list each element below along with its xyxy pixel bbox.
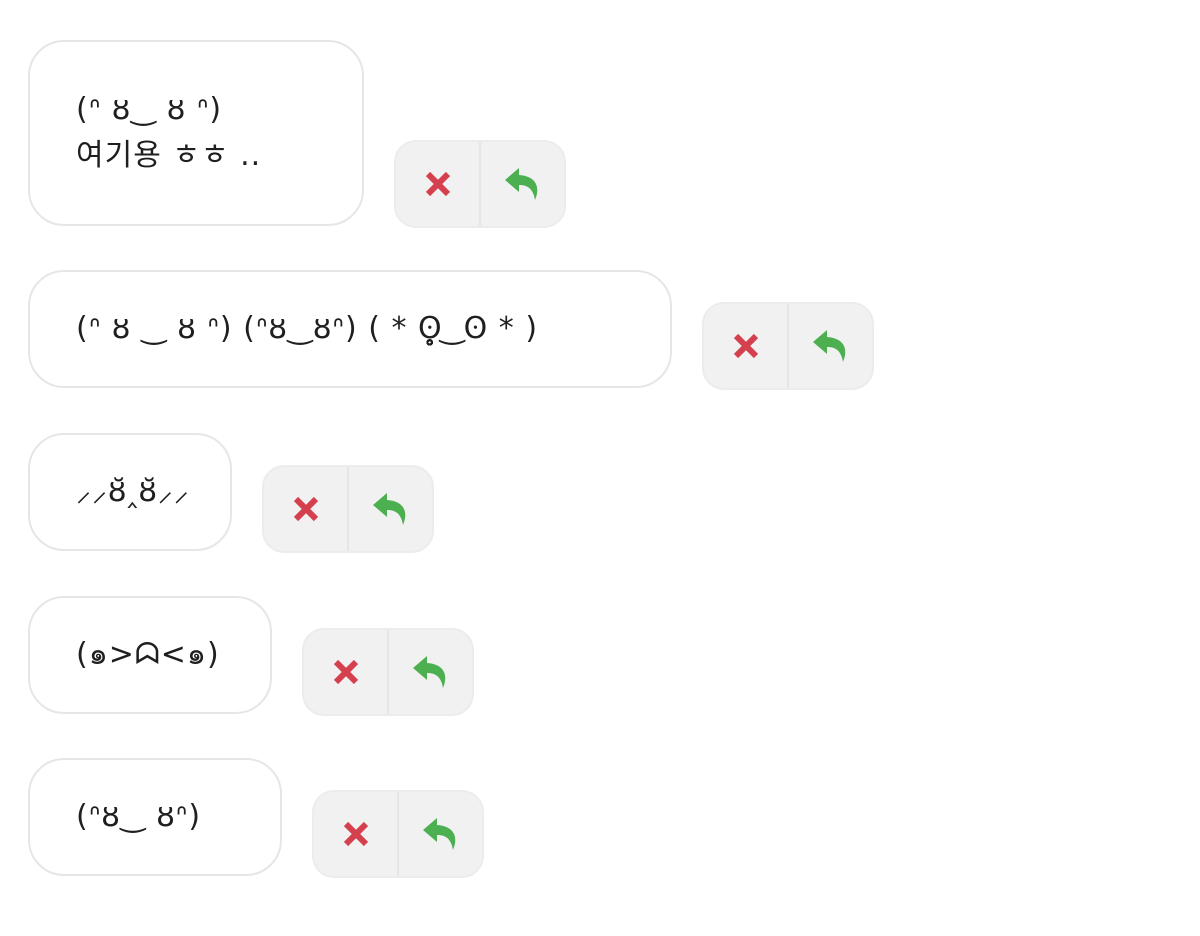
reply-arrow-icon [371,491,411,527]
reply-button[interactable] [347,467,432,551]
message-actions [394,140,566,228]
message-text: (ᐢ ȣ ‿ ȣ ᐢ) (ᐢȣ‿ȣᐢ) ( * ʘ̥̥̥̥̥̥̥̥̥̥̥̥̥̥̥… [76,311,539,346]
message-bubble: (ᐢȣ‿ ȣᐢ) [28,758,282,876]
reply-button[interactable] [787,304,872,388]
message-text: (๑>ᗣ<๑) [76,637,220,672]
delete-button[interactable] [704,304,787,388]
message-actions [312,790,484,878]
delete-button[interactable] [314,792,397,876]
message-row: (ᐢ ȣ‿ ȣ ᐢ) 여기용 ㅎㅎ .. [28,40,566,228]
message-text: ⸝⸝ȣ̆‸ȣ̆⸝⸝ [76,474,190,509]
message-row: (ᐢ ȣ ‿ ȣ ᐢ) (ᐢȣ‿ȣᐢ) ( * ʘ̥̥̥̥̥̥̥̥̥̥̥̥̥̥̥… [28,270,874,390]
message-row: (๑>ᗣ<๑) [28,596,474,716]
reply-arrow-icon [811,328,851,364]
close-icon [331,657,361,687]
delete-button[interactable] [304,630,387,714]
message-actions [262,465,434,553]
message-bubble: (ᐢ ȣ ‿ ȣ ᐢ) (ᐢȣ‿ȣᐢ) ( * ʘ̥̥̥̥̥̥̥̥̥̥̥̥̥̥̥… [28,270,672,388]
message-text: (ᐢ ȣ‿ ȣ ᐢ) [76,92,223,127]
reply-arrow-icon [503,166,543,202]
delete-button[interactable] [396,142,479,226]
message-bubble: (๑>ᗣ<๑) [28,596,272,714]
message-text: 여기용 ㅎㅎ .. [76,138,262,173]
reply-button[interactable] [397,792,482,876]
reply-arrow-icon [411,654,451,690]
message-text: (ᐢȣ‿ ȣᐢ) [76,799,202,834]
reply-button[interactable] [479,142,564,226]
message-row: ⸝⸝ȣ̆‸ȣ̆⸝⸝ [28,433,434,553]
message-row: (ᐢȣ‿ ȣᐢ) [28,758,484,878]
reply-arrow-icon [421,816,461,852]
close-icon [423,169,453,199]
delete-button[interactable] [264,467,347,551]
reply-button[interactable] [387,630,472,714]
message-actions [302,628,474,716]
close-icon [341,819,371,849]
close-icon [731,331,761,361]
close-icon [291,494,321,524]
message-bubble: ⸝⸝ȣ̆‸ȣ̆⸝⸝ [28,433,232,551]
message-bubble: (ᐢ ȣ‿ ȣ ᐢ) 여기용 ㅎㅎ .. [28,40,364,226]
message-actions [702,302,874,390]
